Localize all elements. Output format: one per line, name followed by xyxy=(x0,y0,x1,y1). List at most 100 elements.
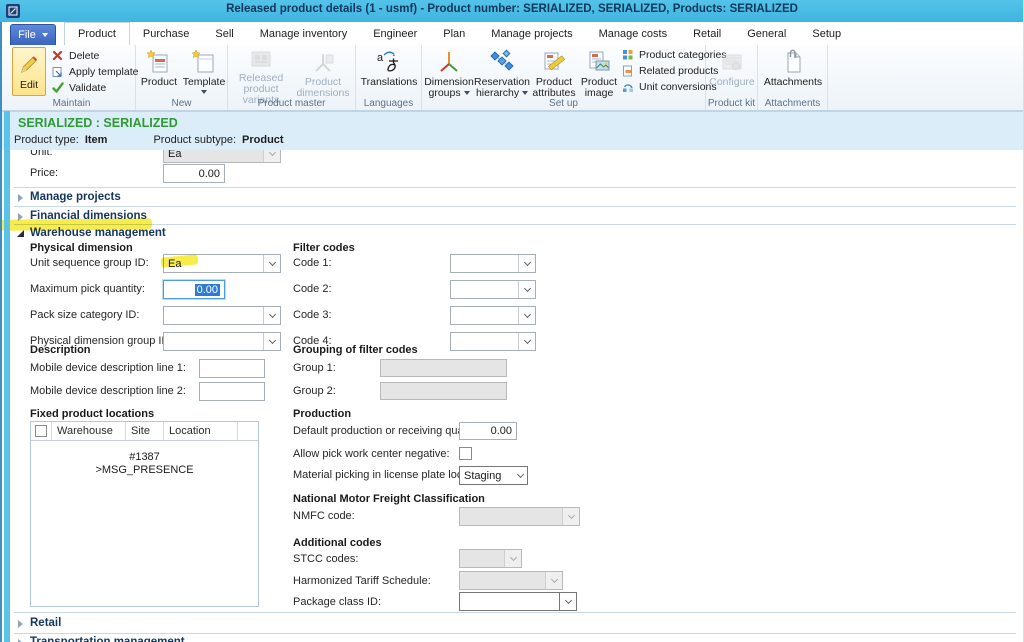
check-icon xyxy=(52,82,65,95)
reservation-hierarchy-label: Reservation hierarchy xyxy=(474,76,530,99)
reservation-hierarchy-button[interactable]: Reservation hierarchy xyxy=(474,47,530,99)
mobile-desc-line1-label: Mobile device description line 1: xyxy=(30,362,186,374)
tab-engineer[interactable]: Engineer xyxy=(360,22,430,45)
nmfc-code-label: NMFC code: xyxy=(293,510,355,522)
chevron-down-icon xyxy=(518,307,535,324)
ribbon-tabs: Product Purchase Sell Manage inventory E… xyxy=(64,22,854,45)
divider xyxy=(14,206,1016,207)
column-warehouse[interactable]: Warehouse xyxy=(52,422,126,440)
edit-button-label: Edit xyxy=(20,79,38,91)
price-input[interactable]: 0.00 xyxy=(163,164,225,183)
tab-retail[interactable]: Retail xyxy=(680,22,734,45)
new-product-button[interactable]: Product xyxy=(138,47,180,99)
ribbon: Edit Delete Apply template xyxy=(0,45,1024,111)
related-doc-icon xyxy=(622,65,635,78)
package-class-dropdown[interactable] xyxy=(459,592,577,611)
maximum-pick-quantity-input[interactable]: 0.00 xyxy=(163,280,225,299)
expand-arrow-icon[interactable] xyxy=(18,194,23,202)
harmonized-tariff-label: Harmonized Tariff Schedule: xyxy=(293,575,431,587)
image-icon xyxy=(586,47,612,75)
template-button[interactable]: Template xyxy=(182,47,226,99)
code2-dropdown[interactable] xyxy=(450,280,536,299)
group-label-attachments: Attachments xyxy=(758,98,827,109)
physical-dimension-heading: Physical dimension xyxy=(30,242,133,254)
template-icon xyxy=(191,47,217,75)
code1-dropdown[interactable] xyxy=(450,254,536,273)
group2-input xyxy=(380,382,507,400)
production-heading: Production xyxy=(293,408,351,420)
attachments-button[interactable]: Attachments xyxy=(761,47,825,99)
divider xyxy=(14,224,1016,225)
material-picking-select[interactable]: Staging xyxy=(459,466,528,485)
table-overlay-text: #1387 >MSG_PRESENCE xyxy=(31,451,258,477)
dimension-groups-button[interactable]: Dimension groups xyxy=(424,47,474,99)
mobile-desc-line2-input[interactable] xyxy=(199,382,265,401)
physical-dimension-group-dropdown[interactable] xyxy=(163,332,281,351)
record-subinfo: Product type: Item Product subtype: Prod… xyxy=(14,134,284,146)
expand-arrow-icon[interactable] xyxy=(18,620,23,628)
form-area: Unit: Ea Price: 0.00 Manage projects Fin… xyxy=(0,150,1024,642)
group-label-maintain: Maintain xyxy=(8,98,135,109)
group2-label: Group 2: xyxy=(293,385,336,397)
pack-size-category-dropdown[interactable] xyxy=(163,306,281,325)
highlighter-mark-warehouse xyxy=(0,218,152,231)
tab-purchase[interactable]: Purchase xyxy=(130,22,202,45)
hierarchy-diamonds-icon xyxy=(489,47,515,75)
code2-label: Code 2: xyxy=(293,283,332,295)
ribbon-group-maintain: Edit Delete Apply template xyxy=(8,45,136,110)
mobile-desc-line1-input[interactable] xyxy=(199,359,265,378)
price-label: Price: xyxy=(30,167,58,179)
code4-dropdown[interactable] xyxy=(450,332,536,351)
unit-sequence-group-label: Unit sequence group ID: xyxy=(30,257,149,269)
unit-value: Ea xyxy=(168,150,181,160)
ribbon-group-new: Product Template New xyxy=(136,45,228,110)
apply-template-button[interactable]: Apply template xyxy=(52,65,138,79)
group-label-languages: Languages xyxy=(356,98,421,109)
tab-plan[interactable]: Plan xyxy=(430,22,478,45)
attributes-icon xyxy=(541,47,567,75)
pack-size-category-label: Pack size category ID: xyxy=(30,309,139,321)
section-manage-projects[interactable]: Manage projects xyxy=(30,191,121,203)
edit-button[interactable]: Edit xyxy=(12,47,46,96)
section-retail[interactable]: Retail xyxy=(30,617,61,629)
conversion-arrows-icon xyxy=(622,81,635,94)
default-production-qty-input[interactable]: 0.00 xyxy=(459,422,517,440)
configure-icon xyxy=(719,47,745,75)
pencil-icon xyxy=(18,52,40,79)
tab-manage-costs[interactable]: Manage costs xyxy=(586,22,680,45)
unit-label: Unit: xyxy=(30,150,53,158)
allow-pick-negative-checkbox[interactable] xyxy=(459,447,472,460)
tab-general[interactable]: General xyxy=(734,22,799,45)
translations-button[interactable]: a Translations xyxy=(358,47,420,99)
collapse-arrow-icon[interactable] xyxy=(17,230,24,237)
code1-label: Code 1: xyxy=(293,257,332,269)
tab-manage-projects[interactable]: Manage projects xyxy=(478,22,585,45)
new-document-icon xyxy=(146,47,172,75)
overlay-line1: #1387 xyxy=(31,451,258,464)
file-menu-button[interactable]: File xyxy=(10,24,56,45)
chevron-down-icon xyxy=(559,593,576,610)
tab-sell[interactable]: Sell xyxy=(202,22,246,45)
mobile-desc-line2-label: Mobile device description line 2: xyxy=(30,385,186,397)
delete-button[interactable]: Delete xyxy=(52,49,138,63)
product-type-value: Item xyxy=(85,134,108,146)
validate-button[interactable]: Validate xyxy=(52,81,138,95)
tab-product[interactable]: Product xyxy=(64,22,130,45)
record-header: SERIALIZED : SERIALIZED Product type: It… xyxy=(0,111,1024,150)
tab-setup[interactable]: Setup xyxy=(799,22,854,45)
nmfc-heading: National Motor Freight Classification xyxy=(293,493,485,505)
additional-codes-heading: Additional codes xyxy=(293,537,382,549)
column-site[interactable]: Site xyxy=(126,422,164,440)
select-all-checkbox[interactable] xyxy=(35,425,47,437)
tab-manage-inventory[interactable]: Manage inventory xyxy=(247,22,360,45)
fixed-product-locations-table[interactable]: Warehouse Site Location #1387 >MSG_PRESE… xyxy=(30,421,259,607)
code3-dropdown[interactable] xyxy=(450,306,536,325)
configure-button: Configure xyxy=(708,47,756,99)
chevron-down-icon xyxy=(464,91,470,95)
default-production-qty-label: Default production or receiving quantity… xyxy=(293,425,487,437)
product-image-button[interactable]: Product image xyxy=(578,47,620,99)
column-location[interactable]: Location xyxy=(164,422,238,440)
section-transportation-management[interactable]: Transportation management xyxy=(30,636,185,642)
group-label-set-up: Set up xyxy=(422,98,705,109)
product-attributes-button[interactable]: Product attributes xyxy=(530,47,578,99)
